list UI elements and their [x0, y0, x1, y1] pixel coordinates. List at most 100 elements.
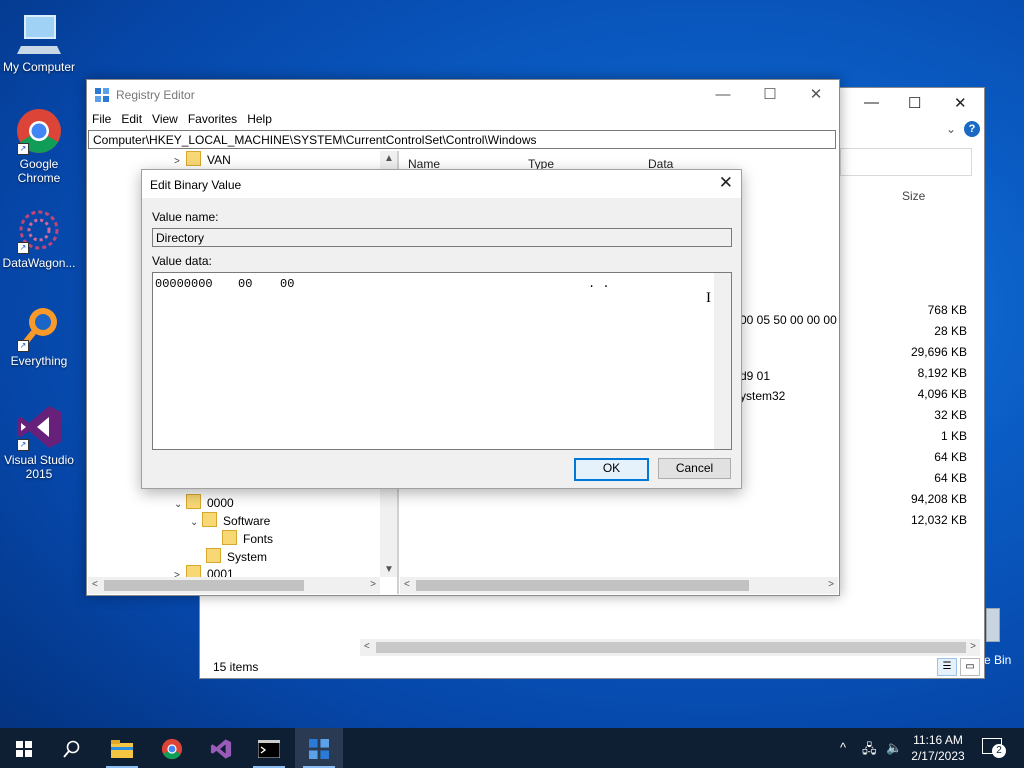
- text-cursor-icon: I: [706, 290, 711, 306]
- start-button[interactable]: [0, 728, 48, 768]
- window-title: Registry Editor: [116, 88, 195, 102]
- binary-data-editor[interactable]: 00000000 00 00 . . I: [152, 272, 732, 450]
- chevron-down-icon[interactable]: ⌄: [190, 514, 202, 532]
- search-box[interactable]: [840, 148, 972, 176]
- taskbar-chrome[interactable]: [148, 728, 196, 768]
- minimize-button[interactable]: —: [703, 84, 743, 106]
- maximize-button[interactable]: ☐: [750, 84, 790, 106]
- desktop-icon-label: e Bin: [984, 653, 1012, 667]
- menu-help[interactable]: Help: [242, 110, 277, 128]
- volume-icon[interactable]: 🔈: [886, 740, 902, 756]
- value-data-label: Value data:: [152, 254, 212, 268]
- maximize-button[interactable]: ☐: [908, 94, 921, 112]
- desktop-icon-my-computer[interactable]: My Computer: [1, 10, 77, 74]
- scroll-right-icon[interactable]: >: [370, 579, 376, 590]
- desktop-icon-label: DataWagon...: [2, 256, 76, 270]
- cancel-button[interactable]: Cancel: [658, 458, 731, 479]
- scroll-left-icon[interactable]: <: [92, 579, 98, 590]
- close-button[interactable]: ✕: [954, 94, 967, 112]
- taskbar-command-prompt[interactable]: [245, 728, 293, 768]
- edit-binary-value-dialog[interactable]: Edit Binary Value ✕ Value name: Director…: [141, 169, 742, 489]
- column-header-size[interactable]: Size: [902, 189, 925, 203]
- tree-node-software[interactable]: ⌄ Software: [190, 512, 270, 530]
- value-data-cell: d9 01: [740, 369, 771, 383]
- taskbar-visual-studio[interactable]: [197, 728, 245, 768]
- terminal-icon: [257, 739, 281, 759]
- scroll-up-icon[interactable]: ▲: [384, 153, 394, 164]
- tree-node-label: System: [227, 550, 268, 564]
- chevron-down-icon[interactable]: ⌄: [946, 122, 956, 136]
- dialog-title-bar[interactable]: Edit Binary Value ✕: [142, 170, 741, 198]
- minimize-button[interactable]: —: [864, 94, 879, 111]
- scroll-left-icon[interactable]: <: [404, 579, 410, 590]
- registry-editor-icon: [309, 739, 329, 760]
- editor-scrollbar[interactable]: [714, 273, 731, 449]
- details-view-button[interactable]: ☰: [937, 658, 957, 676]
- taskbar-registry-editor[interactable]: [295, 728, 343, 768]
- size-cell: 1 KB: [940, 429, 967, 443]
- horizontal-scrollbar[interactable]: < >: [360, 639, 980, 656]
- size-cell: 28 KB: [934, 324, 967, 338]
- menu-favorites[interactable]: Favorites: [183, 110, 242, 128]
- desktop-icon-label: My Computer: [2, 60, 76, 74]
- folder-icon: [206, 548, 221, 563]
- tree-node-system[interactable]: System: [206, 548, 267, 566]
- chevron-down-icon[interactable]: ⌄: [174, 496, 186, 514]
- chevron-up-icon[interactable]: ^: [840, 740, 846, 755]
- scroll-left-icon[interactable]: <: [364, 641, 370, 652]
- size-cell: 768 KB: [927, 303, 967, 317]
- size-cell: 12,032 KB: [910, 513, 967, 527]
- clock-date: 2/17/2023: [911, 749, 965, 763]
- desktop-icon-visual-studio[interactable]: ↗ Visual Studio 2015: [1, 403, 77, 481]
- desktop-icon-google-chrome[interactable]: ↗ Google Chrome: [1, 107, 77, 185]
- help-icon[interactable]: ?: [964, 121, 980, 137]
- ok-button[interactable]: OK: [574, 458, 649, 481]
- scroll-right-icon[interactable]: >: [970, 641, 976, 652]
- tree-node-0000[interactable]: ⌄ 0000: [174, 494, 234, 512]
- clock[interactable]: 11:16 AM 2/17/2023: [906, 732, 970, 764]
- menu-file[interactable]: File: [87, 110, 116, 128]
- scrollbar-thumb[interactable]: [104, 580, 304, 591]
- search-icon: [63, 740, 80, 758]
- folder-icon: [222, 530, 237, 545]
- computer-icon: [15, 10, 63, 58]
- desktop-icon-datawagon[interactable]: ↗ DataWagon...: [1, 206, 77, 270]
- address-bar[interactable]: Computer\HKEY_LOCAL_MACHINE\SYSTEM\Curre…: [88, 130, 836, 149]
- close-icon[interactable]: ✕: [719, 173, 733, 193]
- chrome-icon: ↗: [15, 107, 63, 155]
- size-cell: 8,192 KB: [917, 366, 967, 380]
- windows-icon: [16, 741, 32, 758]
- taskbar: ^ 🖧 🔈 11:16 AM 2/17/2023 2: [0, 728, 1024, 768]
- scroll-down-icon[interactable]: ▼: [384, 564, 394, 575]
- hex-offset: 00000000: [155, 277, 213, 291]
- tree-horizontal-scrollbar[interactable]: < >: [88, 577, 380, 594]
- values-horizontal-scrollbar[interactable]: < >: [400, 577, 838, 594]
- hex-byte[interactable]: 00: [280, 277, 294, 291]
- value-data-cell: 00 05 50 00 00 00 5e: [740, 313, 838, 327]
- hex-byte[interactable]: 00: [238, 277, 252, 291]
- shortcut-arrow-icon: ↗: [17, 143, 29, 155]
- title-bar[interactable]: Registry Editor — ☐ ✕: [87, 80, 839, 110]
- large-icons-view-button[interactable]: ▭: [960, 658, 980, 676]
- size-cell: 29,696 KB: [910, 345, 967, 359]
- scrollbar-thumb[interactable]: [416, 580, 749, 591]
- menu-view[interactable]: View: [147, 110, 183, 128]
- taskbar-file-explorer[interactable]: [98, 728, 146, 768]
- shortcut-arrow-icon: ↗: [17, 242, 29, 254]
- search-button[interactable]: [48, 728, 96, 768]
- tree-node-van[interactable]: > VAN: [174, 151, 231, 169]
- close-button[interactable]: ✕: [796, 84, 836, 106]
- notifications-button[interactable]: 2: [982, 738, 1008, 758]
- size-cell: 32 KB: [934, 408, 967, 422]
- folder-icon: [186, 151, 201, 166]
- tree-node-fonts[interactable]: Fonts: [222, 530, 273, 548]
- folder-icon: [111, 740, 133, 759]
- scroll-right-icon[interactable]: >: [828, 579, 834, 590]
- menu-edit[interactable]: Edit: [116, 110, 147, 128]
- network-icon[interactable]: 🖧: [862, 740, 877, 762]
- desktop-icon-everything[interactable]: ↗ Everything: [1, 304, 77, 368]
- desktop-icon-recycle-bin[interactable]: e Bin: [984, 606, 1024, 667]
- desktop-icon-label: Google Chrome: [17, 157, 61, 185]
- shortcut-arrow-icon: ↗: [17, 340, 29, 352]
- scrollbar-thumb[interactable]: [376, 642, 966, 653]
